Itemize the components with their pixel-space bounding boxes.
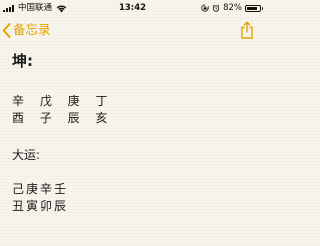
battery-percent: 82% [223,3,242,13]
battery-tip [261,7,263,10]
nav-bar: 备忘录 [0,16,265,44]
alarm-icon [212,4,220,12]
dayun-branches: 丑寅卯辰 [12,199,69,213]
status-right: 82% [201,0,263,16]
battery-icon [245,4,263,12]
bazi-earthly-branches: 酉 子 辰 亥 [12,111,114,125]
share-icon[interactable] [240,21,254,39]
back-button[interactable]: 备忘录 [2,20,51,40]
battery-level-fill [247,6,257,10]
back-label: 备忘录 [13,22,51,37]
dayun-label: 大运: [12,148,41,162]
status-bar: 中国联通 13:42 82% [0,0,265,16]
dayun-stems: 己庚辛壬 [12,182,69,196]
note-title: 坤: [12,52,33,70]
orientation-lock-icon [201,4,209,12]
bazi-heavenly-stems: 辛 戊 庚 丁 [12,94,114,108]
chevron-left-icon [2,22,11,38]
